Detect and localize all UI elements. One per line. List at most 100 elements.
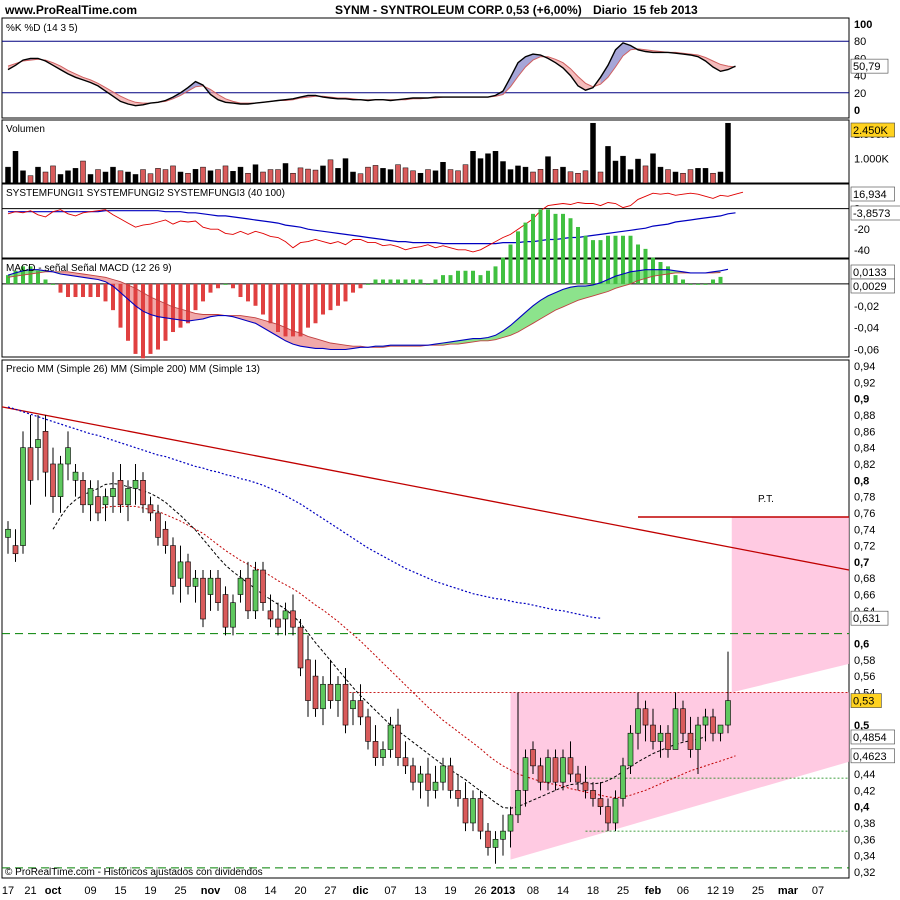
volume-bar-79 [597,171,604,184]
volume-bar-42 [320,165,326,184]
candle-body-14 [110,488,116,497]
macd-hist-71 [538,209,543,284]
candle-body-10 [80,480,86,506]
candle-body-55 [417,773,424,783]
candle-body-17 [132,480,139,489]
volume-bar-43 [327,159,334,184]
volume-bar-92 [695,168,701,184]
candle-body-53 [402,757,409,767]
candle-body-37 [282,610,289,620]
candle-body-32 [245,577,251,612]
macd-hist-46 [351,283,355,293]
candle-body-3 [27,447,34,481]
candle-body-0 [5,528,11,538]
candle-body-51 [387,724,394,750]
macd-hist-90 [681,279,685,284]
volume-bar-84 [635,158,641,184]
volume-bar-86 [650,153,656,184]
volume-bar-68 [515,165,521,184]
macd-hist-50 [381,279,385,284]
x-axis-label-4: 15 [114,885,126,897]
macd-hist-72 [546,209,550,284]
macd-tick-2: -0,06 [854,345,879,357]
candle-body-50 [380,749,386,758]
candle-body-44 [335,683,341,701]
chart-title: SYNM - SYNTROLEUM CORP. [335,3,504,17]
macd-hist-70 [531,213,535,284]
candle-body-16 [125,488,131,506]
x-axis-label-18: 08 [527,885,539,897]
candle-body-43 [327,683,334,701]
site-name[interactable]: www.ProRealTime.com [4,3,137,17]
x-axis-label-16: 26 [474,885,486,897]
price-tick-2: 0,9 [854,394,869,406]
x-axis-label-14: 13 [414,885,426,897]
candle-body-89 [672,708,679,750]
volume-bar-81 [612,160,619,184]
macd-hist-13 [103,283,108,302]
chart-svg: www.ProRealTime.com SYNM - SYNTROLEUM CO… [1,3,900,897]
volume-bar-41 [312,169,319,184]
macd-hist-95 [718,276,723,284]
volume-bar-95 [717,171,724,184]
candle-body-68 [515,790,521,816]
volume-bar-4 [35,166,41,184]
macd-hist-51 [388,279,393,284]
macd-hist-63 [478,275,483,284]
candle-body-52 [395,724,401,758]
candle-body-60 [455,790,461,799]
footer-credit: © ProRealTime.com - Históricos ajustados… [5,867,263,878]
macd-hist-16 [126,283,130,341]
macd-hist-68 [516,231,520,284]
x-axis-label-13: 07 [384,885,396,897]
volume-bar-29 [222,165,229,184]
price-title: Precio MM (Simple 26) MM (Simple 200) MM… [6,364,260,375]
macd-hist-59 [448,275,453,284]
volume-last-value: 2.450K [853,125,889,137]
candle-body-13 [102,496,109,506]
macd-hist-45 [343,283,348,302]
volume-bar-56 [425,169,431,184]
macd-hist-29 [223,283,228,285]
macd-tick-0: -0,02 [854,301,879,313]
x-axis-label-21: 25 [617,885,629,897]
stochastic-title: %K %D (14 3 5) [6,23,78,34]
candle-body-92 [695,724,701,750]
price-tick-4: 0,86 [854,426,875,438]
macd-title: MACD - señal Señal MACD (12 26 9) [6,263,172,274]
volume-bar-25 [192,169,199,184]
price-tick-17: 0,58 [854,655,875,667]
volume-bar-8 [65,170,71,184]
candle-body-67 [507,814,514,832]
macd-hist-22 [171,283,175,333]
volume-bar-50 [380,168,386,184]
stoch-tick-4: 20 [854,88,866,100]
macd-hist-12 [96,283,100,298]
chart-period: Diario [593,3,627,17]
x-axis-label-6: 25 [174,885,186,897]
macd-hist-7 [58,283,63,293]
price-tick-22: 0,44 [854,769,875,781]
macd-hist-10 [81,283,85,298]
x-axis-label-27: mar [778,885,799,897]
macd-hist-23 [178,283,183,328]
systemfungi-title: SYSTEMFUNGI1 SYSTEMFUNGI2 SYSTEMFUNGI3 (… [6,188,285,199]
volume-bar-39 [297,167,304,184]
candle-body-84 [635,708,641,734]
volume-bar-46 [350,171,356,184]
x-axis-label-25: 19 [722,885,734,897]
volume-bar-17 [132,174,139,184]
candle-body-38 [290,610,296,628]
volume-bar-7 [57,174,64,184]
candle-body-58 [440,765,446,783]
macd-hist-32 [246,283,250,302]
macd-hist-53 [403,279,408,284]
candle-body-11 [87,488,94,506]
volume-bar-57 [432,170,439,184]
volume-bar-35 [267,169,274,184]
x-axis-label-19: 14 [557,885,569,897]
volume-bar-36 [275,169,281,184]
candle-body-57 [432,781,439,791]
macd-hist-93 [703,283,708,285]
x-axis-label-3: 09 [84,885,96,897]
